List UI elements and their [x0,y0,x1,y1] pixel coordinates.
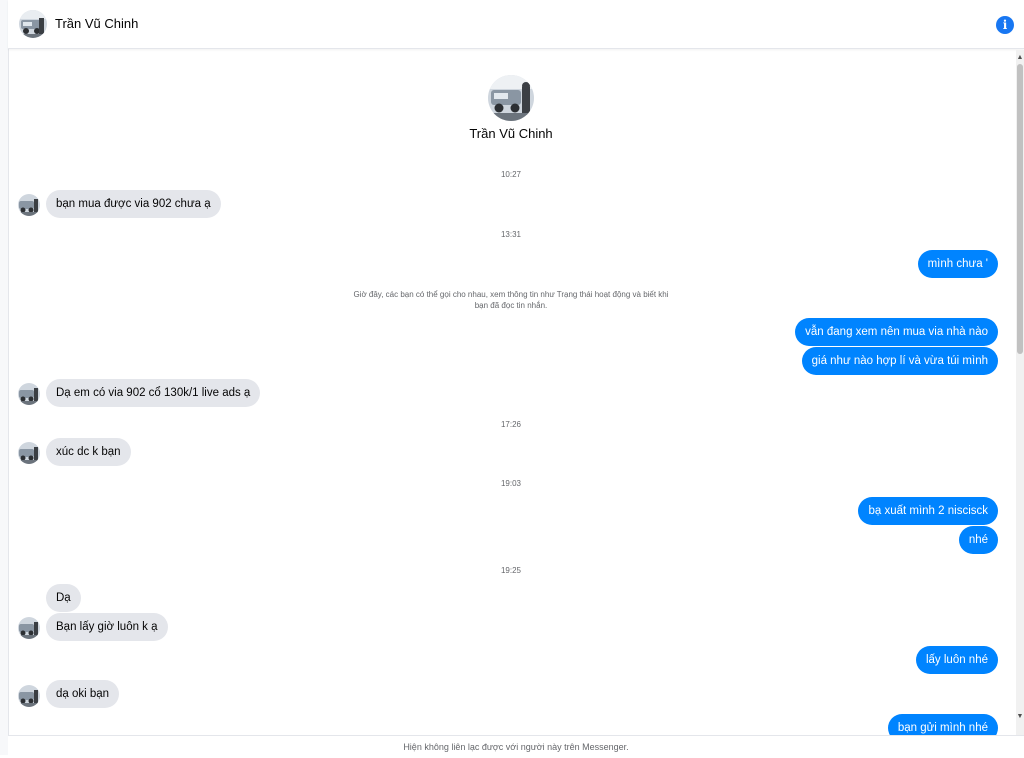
profile-name: Trần Vũ Chinh [469,126,553,141]
message-outgoing[interactable]: nhé [958,526,998,554]
conversation-header: Trần Vũ Chinh i [8,0,1024,49]
timestamp: 17:26 [500,420,522,429]
message-outgoing[interactable]: giá như nào hợp lí và vừa túi mình [801,347,998,375]
message-incoming[interactable]: Bạn lấy giờ luôn k ạ [46,613,168,641]
message-incoming[interactable]: bạn mua được via 902 chưa ạ [46,190,221,218]
message-incoming[interactable]: Dạ [46,584,81,612]
timestamp: 19:25 [500,566,522,575]
message-thread[interactable]: Trần Vũ Chinh 10:27 bạn mua được via 902… [8,50,1016,735]
timestamp: 19:03 [500,479,522,488]
scroll-down-arrow-icon[interactable]: ▼ [1016,713,1024,721]
message-incoming[interactable]: Dạ em có via 902 cổ 130k/1 live ads ạ [46,379,261,407]
message-outgoing[interactable]: bạ xuất mình 2 niscisck [858,497,998,525]
messenger-notice: Giờ đây, các bạn có thể gọi cho nhau, xe… [353,290,669,310]
unavailable-notice: Hiện không liên lạc được với người này t… [8,735,1024,755]
scroll-up-arrow-icon[interactable]: ▲ [1016,54,1024,62]
scrollbar-thumb[interactable] [1017,64,1023,354]
avatar[interactable] [18,442,40,464]
info-icon[interactable]: i [996,16,1014,34]
message-outgoing[interactable]: vẫn đang xem nên mua via nhà nào [795,318,998,346]
avatar[interactable] [18,194,40,216]
message-outgoing[interactable]: bạn gửi mình nhé [887,714,998,735]
message-outgoing[interactable]: mình chưa ' [917,250,998,278]
message-incoming[interactable]: dạ oki bạn [46,680,120,708]
contact-name[interactable]: Trần Vũ Chinh [55,16,138,31]
timestamp: 13:31 [500,230,522,239]
message-incoming[interactable]: xúc dc k bạn [46,438,131,466]
message-outgoing[interactable]: lấy luôn nhé [915,646,998,674]
scrollbar[interactable]: ▲ ▼ [1016,50,1024,735]
avatar[interactable] [18,685,40,707]
profile-avatar[interactable] [488,75,534,121]
avatar[interactable] [19,10,47,38]
avatar[interactable] [18,617,40,639]
timestamp: 10:27 [500,170,522,179]
avatar[interactable] [18,383,40,405]
